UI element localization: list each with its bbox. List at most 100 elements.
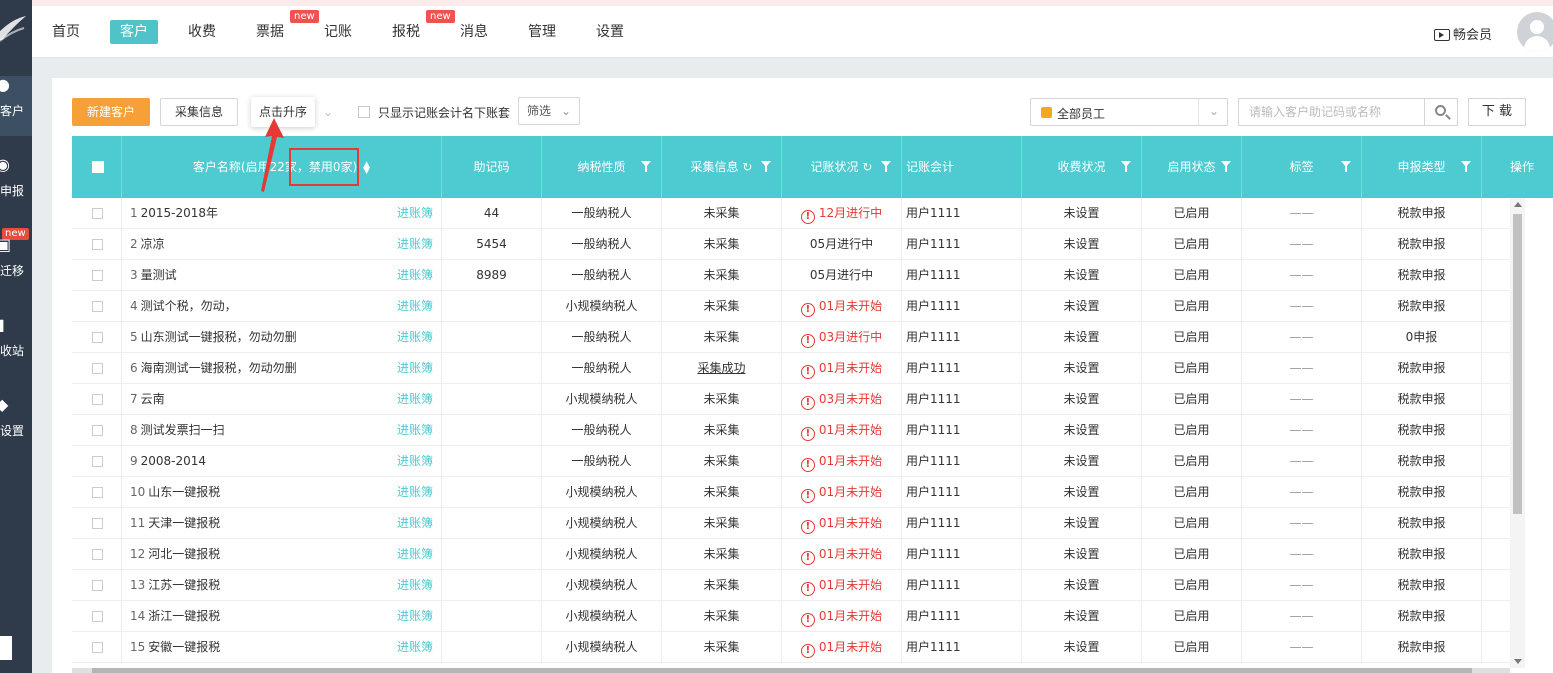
table-row[interactable]: 6 海南测试一键报税，勿动勿删 进账簿 一般纳税人 采集成功! 01月未开始 用户1111 未… xyxy=(72,353,1510,384)
filter-select[interactable]: 筛选 ⌄ xyxy=(518,97,580,125)
row-checkbox[interactable] xyxy=(92,208,103,219)
filter-icon[interactable] xyxy=(1341,161,1351,172)
customer-name[interactable]: 江苏一键报税 xyxy=(148,578,220,592)
row-checkbox[interactable] xyxy=(92,332,103,343)
enter-books-link[interactable]: 进账簿 xyxy=(397,539,433,570)
row-checkbox[interactable] xyxy=(92,270,103,281)
collect-info-button[interactable]: 采集信息 xyxy=(160,98,238,126)
cell-collect[interactable]: 采集成功 xyxy=(662,353,782,384)
horizontal-scrollbar[interactable] xyxy=(72,668,1510,673)
vertical-scrollbar[interactable] xyxy=(1510,198,1525,668)
nav-home[interactable]: 首页 xyxy=(42,20,90,44)
sort-icon[interactable]: ▲ ▼ xyxy=(363,160,370,175)
new-customer-button[interactable]: 新建客户 xyxy=(72,98,150,126)
customer-name[interactable]: 山东一键报税 xyxy=(148,485,220,499)
table-row[interactable]: 8 测试发票扫一扫 进账簿 一般纳税人 未采集! 01月未开始 用户1111 未设置 已启用 ——… xyxy=(72,415,1510,446)
sidebar-item-customer[interactable]: ● 客户 xyxy=(0,76,32,136)
chevron-down-icon[interactable]: ⌄ xyxy=(318,100,338,124)
nav-message[interactable]: 消息 xyxy=(450,20,498,44)
filter-icon[interactable] xyxy=(1221,161,1231,172)
customer-name[interactable]: 2015-2018年 xyxy=(141,206,218,220)
row-checkbox[interactable] xyxy=(92,487,103,498)
nav-bookkeeping[interactable]: 记账 xyxy=(314,20,362,44)
customer-name[interactable]: 安徽一键报税 xyxy=(148,640,220,654)
customer-name[interactable]: 测试个税，勿动， xyxy=(141,299,237,313)
enter-books-link[interactable]: 进账簿 xyxy=(397,384,433,415)
customer-name[interactable]: 山东测试一键报税，勿动勿删 xyxy=(141,330,297,344)
member-link[interactable]: 畅会员 xyxy=(1434,24,1492,43)
avatar[interactable] xyxy=(1517,12,1553,52)
table-row[interactable]: 15 安徽一键报税 进账簿 小规模纳税人 未采集! 01月未开始 用户1111 未设置 已启用 —… xyxy=(72,632,1510,663)
download-button[interactable]: 下 载 xyxy=(1468,98,1526,126)
enter-books-link[interactable]: 进账簿 xyxy=(397,415,433,446)
filter-icon[interactable] xyxy=(1461,161,1471,172)
row-checkbox[interactable] xyxy=(92,394,103,405)
select-all-checkbox[interactable] xyxy=(92,161,104,173)
refresh-icon[interactable]: ↻ xyxy=(742,160,752,174)
nav-settings[interactable]: 设置 xyxy=(586,20,634,44)
enter-books-link[interactable]: 进账簿 xyxy=(397,198,433,229)
filter-icon[interactable] xyxy=(1121,161,1131,172)
only-show-checkbox[interactable] xyxy=(358,106,370,118)
enter-books-link[interactable]: 进账簿 xyxy=(397,260,433,291)
search-button[interactable] xyxy=(1424,98,1458,126)
filter-icon[interactable] xyxy=(641,161,651,172)
table-row[interactable]: 5 山东测试一键报税，勿动勿删 进账簿 一般纳税人 未采集! 03月进行中 用户1111 未设… xyxy=(72,322,1510,353)
customer-name[interactable]: 河北一键报税 xyxy=(148,547,220,561)
row-checkbox[interactable] xyxy=(92,611,103,622)
scroll-down-icon[interactable] xyxy=(1514,659,1522,664)
nav-tax[interactable]: 报税 xyxy=(382,20,430,44)
nav-manage[interactable]: 管理 xyxy=(518,20,566,44)
row-checkbox[interactable] xyxy=(92,549,103,560)
row-checkbox[interactable] xyxy=(92,580,103,591)
enter-books-link[interactable]: 进账簿 xyxy=(397,291,433,322)
filter-icon[interactable] xyxy=(761,161,771,172)
customer-name[interactable]: 浙江一键报税 xyxy=(148,609,220,623)
table-row[interactable]: 7 云南 进账簿 小规模纳税人 未采集! 03月未开始 用户1111 未设置 已启用 —— 税款申报 xyxy=(72,384,1510,415)
sidebar-item-migrate[interactable]: ▣ 迁移 xyxy=(0,236,32,296)
sidebar-item-settings[interactable]: ◆ 设置 xyxy=(0,396,32,456)
table-row[interactable]: 3 量测试 进账簿 8989 一般纳税人 未采集 05月进行中 用户1111 未设置 已启用 —— 税… xyxy=(72,260,1510,291)
enter-books-link[interactable]: 进账簿 xyxy=(397,570,433,601)
table-row[interactable]: 13 江苏一键报税 进账簿 小规模纳税人 未采集! 01月未开始 用户1111 未设置 已启用 —… xyxy=(72,570,1510,601)
table-row[interactable]: 2 凉凉 进账簿 5454 一般纳税人 未采集 05月进行中 用户1111 未设置 已启用 —— 税款… xyxy=(72,229,1510,260)
row-checkbox[interactable] xyxy=(92,363,103,374)
enter-books-link[interactable]: 进账簿 xyxy=(397,508,433,539)
nav-bill[interactable]: 票据 xyxy=(246,20,294,44)
row-checkbox[interactable] xyxy=(92,642,103,653)
table-row[interactable]: 14 浙江一键报税 进账簿 小规模纳税人 未采集! 01月未开始 用户1111 未设置 已启用 —… xyxy=(72,601,1510,632)
scroll-up-icon[interactable] xyxy=(1514,202,1522,207)
customer-name[interactable]: 2008-2014 xyxy=(141,454,206,468)
customer-name[interactable]: 量测试 xyxy=(141,268,177,282)
row-checkbox[interactable] xyxy=(92,518,103,529)
filter-icon[interactable] xyxy=(881,161,891,172)
refresh-icon[interactable]: ↻ xyxy=(862,160,872,174)
row-checkbox[interactable] xyxy=(92,301,103,312)
enter-books-link[interactable]: 进账簿 xyxy=(397,601,433,632)
customer-name[interactable]: 云南 xyxy=(141,392,165,406)
table-row[interactable]: 10 山东一键报税 进账簿 小规模纳税人 未采集! 01月未开始 用户1111 未设置 已启用 —… xyxy=(72,477,1510,508)
nav-fee[interactable]: 收费 xyxy=(178,20,226,44)
table-row[interactable]: 4 测试个税，勿动， 进账簿 小规模纳税人 未采集! 01月未开始 用户1111 未设置 已启用… xyxy=(72,291,1510,322)
enter-books-link[interactable]: 进账簿 xyxy=(397,322,433,353)
customer-name[interactable]: 海南测试一键报税，勿动勿删 xyxy=(141,361,297,375)
row-checkbox[interactable] xyxy=(92,456,103,467)
enter-books-link[interactable]: 进账簿 xyxy=(397,446,433,477)
customer-name[interactable]: 天津一键报税 xyxy=(148,516,220,530)
sidebar-item-trash[interactable]: ▮ 回收站 xyxy=(0,316,32,376)
collapse-handle[interactable] xyxy=(0,636,12,660)
row-checkbox[interactable] xyxy=(92,425,103,436)
enter-books-link[interactable]: 进账簿 xyxy=(397,477,433,508)
enter-books-link[interactable]: 进账簿 xyxy=(397,229,433,260)
search-input[interactable]: 请输入客户助记码或名称 xyxy=(1238,98,1424,126)
table-row[interactable]: 12 河北一键报税 进账簿 小规模纳税人 未采集! 01月未开始 用户1111 未设置 已启用 —… xyxy=(72,539,1510,570)
row-checkbox[interactable] xyxy=(92,239,103,250)
employee-select[interactable]: 全部员工 ⌄ xyxy=(1030,98,1228,126)
customer-name[interactable]: 凉凉 xyxy=(141,237,165,251)
enter-books-link[interactable]: 进账簿 xyxy=(397,353,433,384)
nav-customer[interactable]: 客户 xyxy=(110,20,158,44)
table-row[interactable]: 1 2015-2018年 进账簿 44 一般纳税人 未采集! 12月进行中 用户1111 未设置… xyxy=(72,198,1510,229)
enter-books-link[interactable]: 进账簿 xyxy=(397,632,433,663)
table-row[interactable]: 11 天津一键报税 进账簿 小规模纳税人 未采集! 01月未开始 用户1111 未设置 已启用 —… xyxy=(72,508,1510,539)
table-row[interactable]: 9 2008-2014 进账簿 一般纳税人 未采集! 01月未开始 用户1111 未设置 已启用… xyxy=(72,446,1510,477)
